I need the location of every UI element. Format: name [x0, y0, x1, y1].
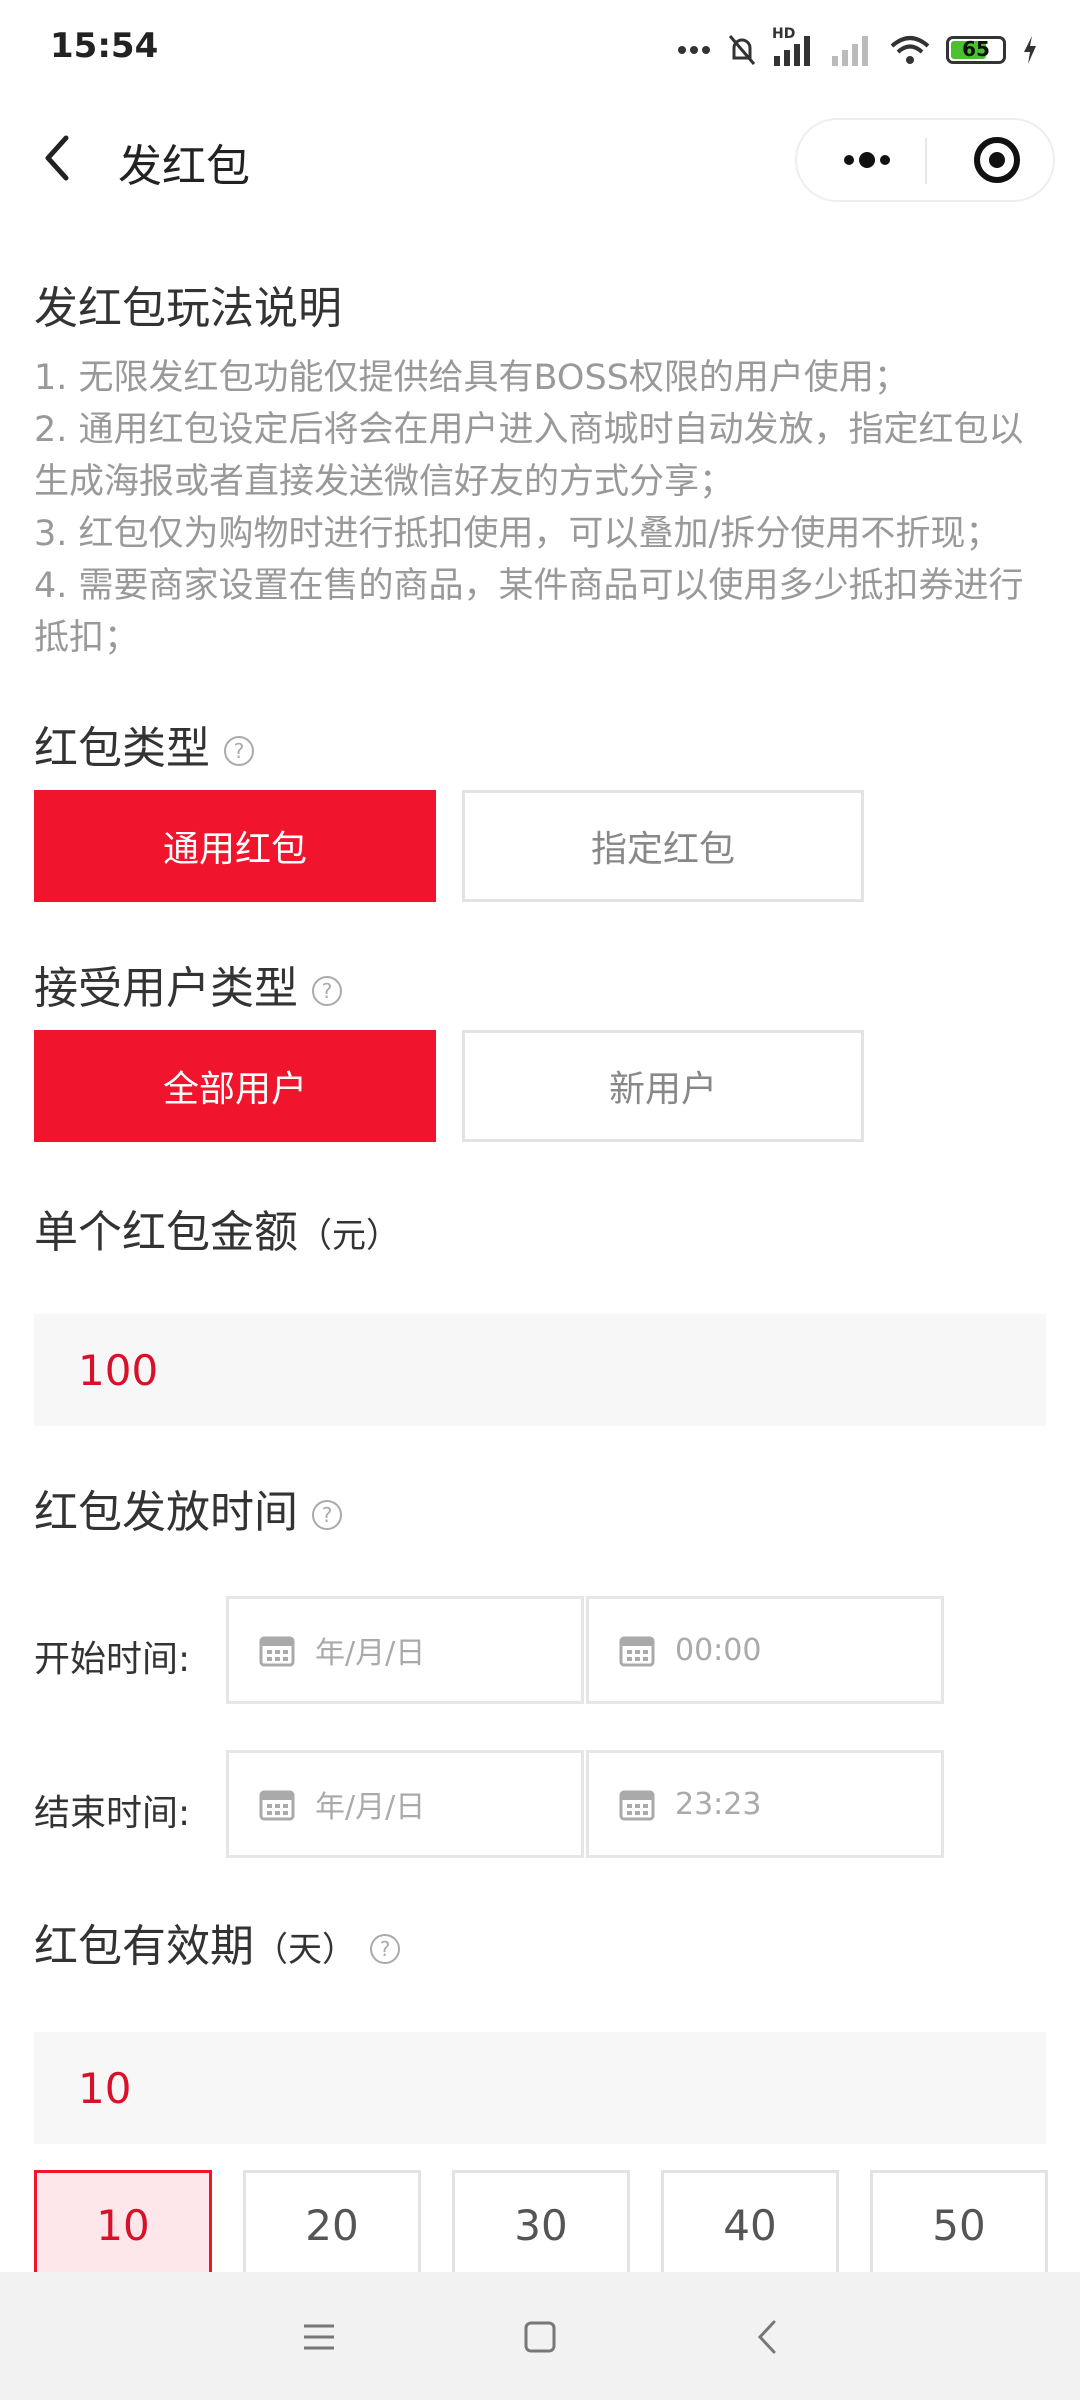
- amount-section: 单个红包金额（元）: [34, 1196, 400, 1260]
- amount-title: 单个红包金额: [34, 1207, 298, 1258]
- page-title: 发红包: [118, 141, 250, 192]
- miniprogram-capsule: [795, 118, 1055, 202]
- more-dots-icon: [678, 46, 710, 54]
- end-date-placeholder: 年/月/日: [315, 1790, 426, 1825]
- validity-option[interactable]: 10: [34, 2170, 212, 2280]
- back-icon[interactable]: [36, 128, 86, 188]
- amount-unit: （元）: [298, 1216, 400, 1256]
- capsule-divider: [925, 138, 927, 184]
- start-time-value: 00:00: [675, 1632, 762, 1668]
- wifi-icon: [890, 36, 930, 64]
- more-menu-icon[interactable]: [817, 120, 917, 200]
- validity-option[interactable]: 50: [870, 2170, 1048, 2280]
- menu-icon[interactable]: [294, 2312, 344, 2362]
- rule-item: 2. 通用红包设定后将会在用户进入商城时自动发放，指定红包以生成海报或者直接发送…: [34, 410, 1024, 502]
- type-specific-button[interactable]: 指定红包: [462, 790, 864, 902]
- end-time-field[interactable]: 23:23: [586, 1750, 944, 1858]
- back-nav-icon[interactable]: [744, 2312, 794, 2362]
- start-time-label: 开始时间:: [34, 1639, 191, 1680]
- redpacket-type-section: 红包类型?: [34, 712, 254, 776]
- end-time-label: 结束时间:: [34, 1793, 191, 1834]
- system-nav-bar: [0, 2272, 1080, 2400]
- rule-item: 1. 无限发红包功能仅提供给具有BOSS权限的用户使用；: [34, 358, 909, 398]
- validity-option[interactable]: 40: [661, 2170, 839, 2280]
- start-date-placeholder: 年/月/日: [315, 1636, 426, 1671]
- calendar-icon: [259, 1636, 295, 1667]
- validity-input[interactable]: 10: [34, 2032, 1046, 2144]
- validity-option[interactable]: 20: [243, 2170, 421, 2280]
- start-date-field[interactable]: 年/月/日: [226, 1596, 584, 1704]
- signal-icon: [774, 36, 810, 66]
- status-time: 15:54: [50, 26, 159, 66]
- signal-hd: HD: [772, 26, 816, 68]
- calendar-icon: [259, 1790, 295, 1821]
- charging-icon: [1024, 36, 1036, 64]
- user-type-title: 接受用户类型: [34, 963, 298, 1014]
- home-icon[interactable]: [515, 2312, 565, 2362]
- user-new-button[interactable]: 新用户: [462, 1030, 864, 1142]
- end-date-field[interactable]: 年/月/日: [226, 1750, 584, 1858]
- send-time-title: 红包发放时间: [34, 1487, 298, 1538]
- user-type-section: 接受用户类型?: [34, 952, 342, 1016]
- help-icon[interactable]: ?: [224, 736, 254, 766]
- status-icons: HD 65: [676, 26, 1040, 72]
- help-icon[interactable]: ?: [370, 1934, 400, 1964]
- user-all-button[interactable]: 全部用户: [34, 1030, 436, 1142]
- rules-title: 发红包玩法说明: [34, 283, 342, 334]
- rules-list: 1. 无限发红包功能仅提供给具有BOSS权限的用户使用； 2. 通用红包设定后将…: [34, 352, 1044, 664]
- signal-weak-icon: [832, 36, 868, 66]
- calendar-icon: [619, 1790, 655, 1821]
- bell-muted-icon: [728, 35, 756, 65]
- end-time-value: 23:23: [675, 1786, 762, 1822]
- amount-input[interactable]: 100: [34, 1314, 1046, 1426]
- rule-item: 4. 需要商家设置在售的商品，某件商品可以使用多少抵扣券进行抵扣；: [34, 566, 1024, 658]
- rule-item: 3. 红包仅为购物时进行抵扣使用，可以叠加/拆分使用不折现；: [34, 514, 1001, 554]
- battery-icon: 65: [946, 36, 1006, 64]
- close-miniprogram-icon[interactable]: [947, 120, 1047, 200]
- redpacket-type-title: 红包类型: [34, 723, 210, 774]
- battery-level: 65: [962, 37, 990, 61]
- start-time-field[interactable]: 00:00: [586, 1596, 944, 1704]
- validity-title: 红包有效期: [34, 1921, 254, 1972]
- validity-unit: （天）: [254, 1930, 356, 1970]
- calendar-icon: [619, 1636, 655, 1667]
- send-time-section: 红包发放时间?: [34, 1476, 342, 1540]
- validity-section: 红包有效期（天）?: [34, 1910, 400, 1974]
- type-general-button[interactable]: 通用红包: [34, 790, 436, 902]
- help-icon[interactable]: ?: [312, 976, 342, 1006]
- validity-option[interactable]: 30: [452, 2170, 630, 2280]
- help-icon[interactable]: ?: [312, 1500, 342, 1530]
